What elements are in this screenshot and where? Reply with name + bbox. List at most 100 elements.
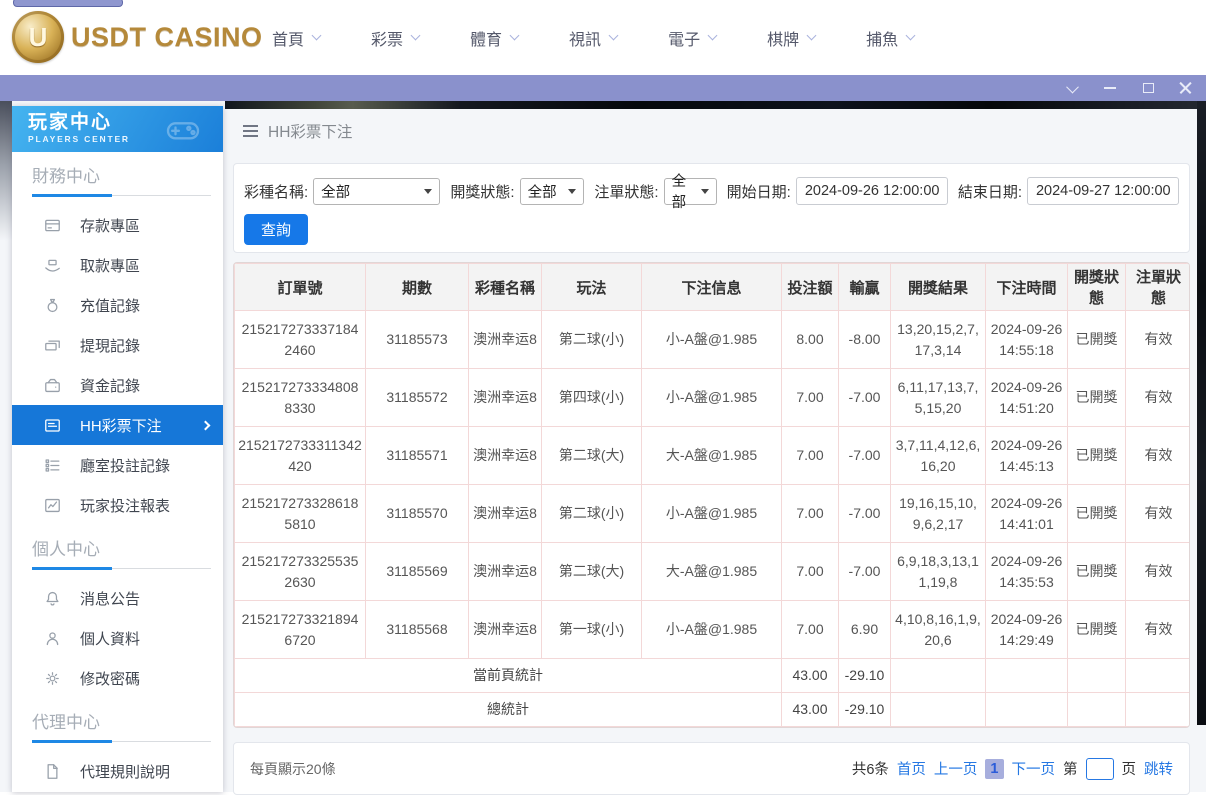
table-cell: 澳洲幸运8 [468,368,542,427]
maximize-icon[interactable] [1141,81,1155,95]
table-row: 2152172733286185810 31185570 澳洲幸运8 第二球(小) 小-… [234,484,1189,543]
sidebar-item-個人資料[interactable]: 個人資料 [12,618,223,658]
table-cell: 有效 [1125,368,1189,427]
coin-logo-icon: U [12,11,64,63]
table-cell: 3,7,11,4,12,6,16,20 [890,426,986,485]
prev-page-link[interactable]: 上一页 [934,758,978,779]
summary-cell [1067,658,1126,693]
bets-table: 訂單號 期數 彩種名稱 玩法 下注信息 投注額 輸贏 開獎結果 下注時間 開獎狀態 注單狀態 2152… [234,263,1189,727]
close-icon[interactable] [1179,82,1192,95]
page-title: HH彩票下注 [268,124,353,141]
sidebar-item-存款專區[interactable]: 存款專區 [12,205,223,245]
sidebar: 玩家中心 PLAYERS CENTER 財務中心 存款專區 取款專區 充值記錄 提現記錄… [12,106,223,792]
nav-item-label: 彩票 [371,31,404,49]
table-cell: 31185570 [365,484,469,543]
sidebar-item-提現記錄[interactable]: 提現記錄 [12,325,223,365]
chevron-down-icon [509,30,520,41]
table-cell: 有效 [1125,310,1189,369]
brand-logo[interactable]: U USDT CASINO [12,11,263,63]
first-page-link[interactable]: 首页 [897,758,926,779]
jump-prefix: 第 [1063,762,1078,778]
jump-link[interactable]: 跳转 [1144,758,1173,779]
sidebar-item-充值記錄[interactable]: 充值記錄 [12,285,223,325]
end-date-input[interactable] [1026,177,1179,205]
page-jump-input[interactable] [1085,757,1114,780]
search-button[interactable]: 查詢 [244,214,308,245]
table-cell: 7.00 [781,368,839,427]
table-row: 2152172733348088330 31185572 澳洲幸运8 第四球(小) 小-… [234,368,1189,427]
summary-cell: -29.10 [838,692,891,727]
nav-item[interactable]: 棋牌 [767,26,817,50]
current-page-badge: 1 [985,758,1004,779]
table-cell: 有效 [1125,600,1189,659]
pagination: 共6条 首页 上一页 1 下一页 第 页 跳转 [852,757,1173,780]
sidebar-item-玩家投注報表[interactable]: 玩家投注報表 [12,485,223,525]
table-cell: 大-A盤@1.985 [641,542,782,601]
summary-cell [985,692,1068,727]
column-header: 輸贏 [838,263,891,311]
summary-label: 當前頁統計 [234,658,782,693]
start-date-input[interactable] [795,177,948,205]
table-cell: -7.00 [838,426,891,485]
column-header: 下注時間 [985,263,1068,311]
hamburger-icon[interactable] [243,125,258,137]
table-cell: 第一球(小) [541,600,642,659]
sidebar-item-取款專區[interactable]: 取款專區 [12,245,223,285]
table-cell: 7.00 [781,542,839,601]
chevron-down-icon [806,30,817,41]
nav-item[interactable]: 彩票 [371,26,421,50]
table-cell: 2024-09-26 14:41:01 [985,484,1068,543]
sidebar-section-label: 個人中心 [32,540,100,559]
table-cell: -7.00 [838,368,891,427]
dark-right-strip [1197,101,1206,725]
table-cell: 19,16,15,10,9,6,2,17 [890,484,986,543]
summary-cell [890,658,986,693]
document-icon [42,761,62,781]
page-size-text: 每頁顯示20條 [250,760,336,777]
table-cell: 31185573 [365,310,469,369]
lottery-name-select[interactable]: 全部 [313,177,441,205]
nav-item[interactable]: 電子 [668,26,718,50]
gear-icon [42,668,62,688]
table-cell: 第二球(小) [541,484,642,543]
purse-icon [42,375,62,395]
table-cell: 8.00 [781,310,839,369]
sidebar-item-修改密碼[interactable]: 修改密碼 [12,658,223,698]
sidebar-item-消息公告[interactable]: 消息公告 [12,578,223,618]
nav-item-label: 視訊 [569,31,602,49]
table-cell: 澳洲幸运8 [468,484,542,543]
table-cell: 2024-09-26 14:55:18 [985,310,1068,369]
draw-status-select[interactable]: 全部 [519,177,585,205]
select-caret-icon [568,188,577,194]
table-cell: 7.00 [781,426,839,485]
nav-item[interactable]: 視訊 [569,26,619,50]
table-cell: 31185568 [365,600,469,659]
summary-cell: 43.00 [781,692,839,727]
table-cell: 31185569 [365,542,469,601]
table-cell: 已開獎 [1067,368,1126,427]
sidebar-item-廳室投註記錄[interactable]: 廳室投註記錄 [12,445,223,485]
sidebar-item-代理規則說明[interactable]: 代理規則說明 [12,751,223,791]
nav-item[interactable]: 捕魚 [866,26,916,50]
table-row: 2152172733218946720 31185568 澳洲幸运8 第一球(小) 小-… [234,600,1189,659]
select-caret-icon [700,188,709,194]
sidebar-item-HH彩票下注[interactable]: HH彩票下注 [12,405,223,445]
order-status-select[interactable]: 全部 [663,174,717,211]
nav-item[interactable]: 首頁 [272,26,322,50]
sidebar-item-資金記錄[interactable]: 資金記錄 [12,365,223,405]
collapse-chevron-icon[interactable] [1065,80,1079,95]
minimize-icon[interactable] [1103,81,1117,95]
breadcrumb: HH彩票下注 [229,109,1198,153]
person-icon [42,628,62,648]
table-cell: 7.00 [781,484,839,543]
table-cell: 第四球(小) [541,368,642,427]
nav-item-label: 捕魚 [866,31,899,49]
nav-item[interactable]: 體育 [470,26,520,50]
next-page-link[interactable]: 下一页 [1012,758,1056,779]
table-cell: 2152172733255352630 [234,542,366,601]
table-cell: 第二球(小) [541,310,642,369]
table-cell: -8.00 [838,310,891,369]
select-caret-icon [424,188,433,194]
table-cell: 已開獎 [1067,484,1126,543]
summary-cell [985,658,1068,693]
